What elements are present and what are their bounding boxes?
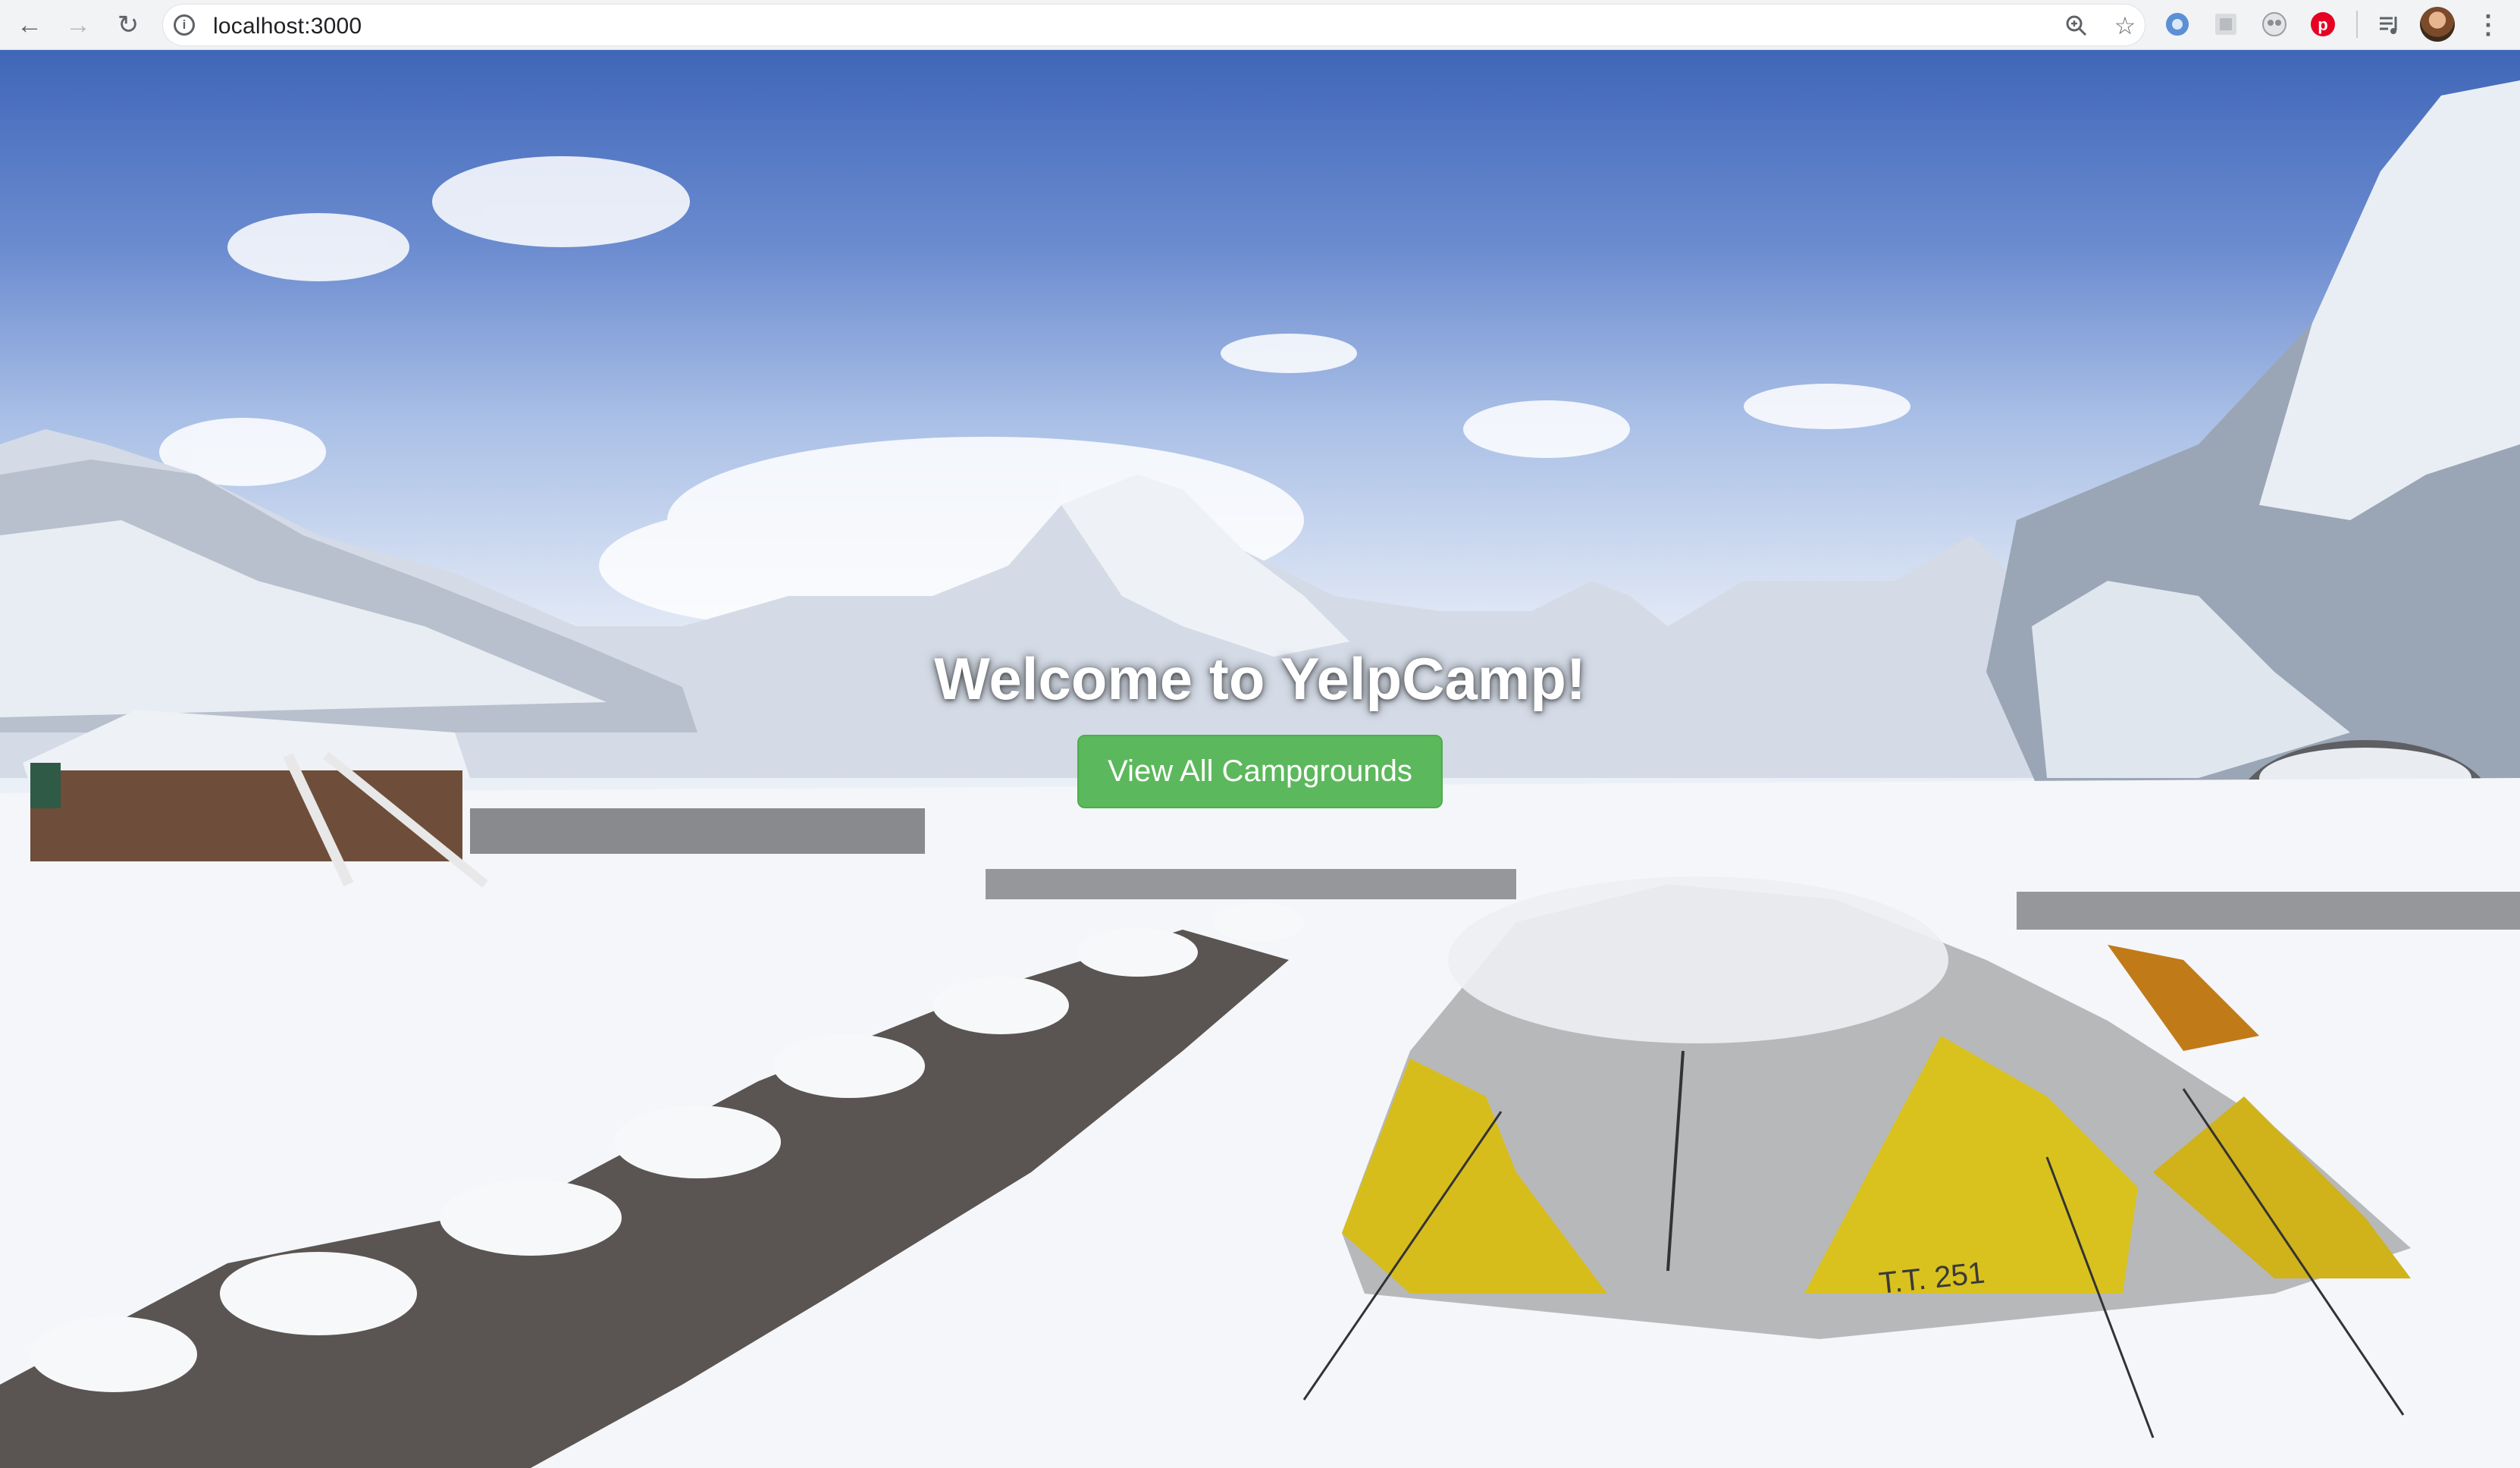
arrow-right-icon: → — [65, 11, 91, 39]
url-text[interactable]: localhost:3000 — [213, 14, 362, 39]
reload-icon: ↻ — [117, 11, 139, 39]
kebab-menu-icon[interactable]: ⋮ — [2473, 6, 2503, 44]
star-icon[interactable]: ☆ — [2110, 11, 2140, 41]
gray-extension-icon[interactable] — [2211, 9, 2241, 39]
landing-hero: T.T. 251 Welcome to YelpCamp! View All C… — [0, 50, 2520, 1468]
back-button[interactable]: ← — [11, 6, 49, 44]
svg-text:p: p — [2318, 15, 2327, 34]
page-title: Welcome to YelpCamp! — [934, 645, 1586, 712]
owl-extension-icon[interactable] — [2259, 9, 2290, 39]
forward-button[interactable]: → — [59, 6, 97, 44]
address-bar[interactable]: i localhost:3000 ☆ — [162, 4, 2145, 46]
browser-toolbar: ← → ↻ i localhost:3000 ☆ p ⋮ — [0, 0, 2520, 50]
blue-extension-icon[interactable] — [2162, 9, 2192, 39]
view-all-campgrounds-button[interactable]: View All Campgrounds — [1077, 735, 1443, 808]
info-icon[interactable]: i — [174, 14, 195, 36]
pinterest-icon[interactable]: p — [2308, 9, 2338, 39]
arrow-left-icon: ← — [17, 11, 42, 39]
hero-content: Welcome to YelpCamp! View All Campground… — [0, 645, 2520, 808]
media-controls-icon[interactable] — [2374, 9, 2405, 39]
avatar[interactable] — [2420, 7, 2455, 42]
zoom-icon[interactable] — [2061, 11, 2092, 41]
toolbar-divider — [2356, 11, 2358, 38]
reload-button[interactable]: ↻ — [109, 6, 147, 44]
